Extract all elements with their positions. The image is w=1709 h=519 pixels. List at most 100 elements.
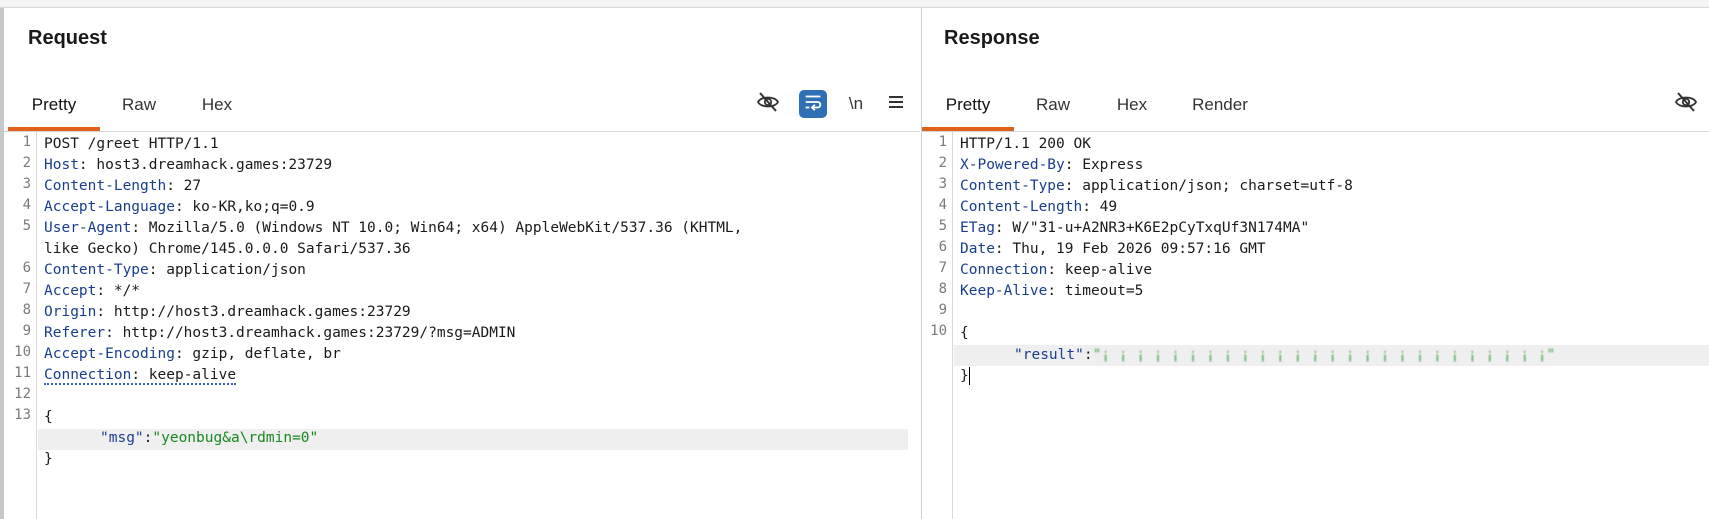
header-name: Content-Type <box>960 178 1065 194</box>
response-line-gutter: 1 2 3 4 5 6 7 8 9 10 <box>922 132 953 519</box>
header-value: like Gecko) Chrome/145.0.0.0 Safari/537.… <box>44 241 411 257</box>
line-number: 9 <box>938 302 947 318</box>
line-number: 5 <box>938 218 947 234</box>
header-name: Origin <box>44 304 97 320</box>
header-name: Content-Length <box>960 199 1083 215</box>
wrap-lines-button[interactable] <box>799 90 827 118</box>
header-line: X-Powered-By: Express <box>960 155 1143 176</box>
header-value: : W/"31-u+A2NR3+K6E2pCyTxqUf3N174MA" <box>994 220 1310 236</box>
header-value: : */* <box>96 283 141 299</box>
header-line: Accept-Language: ko-KR,ko;q=0.9 <box>44 197 315 218</box>
tab-raw[interactable]: Raw <box>1018 80 1088 131</box>
line-number: 10 <box>930 323 947 339</box>
json-close-brace-line: } <box>960 366 970 387</box>
header-line: Content-Type: application/json <box>44 260 306 281</box>
header-value: : keep-alive <box>1047 262 1153 278</box>
line-number: 6 <box>22 260 31 276</box>
header-line: ETag: W/"31-u+A2NR3+K6E2pCyTxqUf3N174MA" <box>960 218 1309 239</box>
json-key: "result" <box>1014 347 1084 363</box>
line-number: 12 <box>14 386 31 402</box>
tab-pretty[interactable]: Pretty <box>8 80 100 131</box>
header-name: Keep-Alive <box>960 283 1048 299</box>
header-value: : http://host3.dreamhack.games:23729 <box>96 304 411 320</box>
line-number: 6 <box>938 239 947 255</box>
header-name: X-Powered-By <box>960 157 1065 173</box>
json-open-brace: { <box>44 409 53 425</box>
header-name: Accept-Encoding <box>44 346 175 362</box>
line-number: 10 <box>14 344 31 360</box>
line-number: 7 <box>22 281 31 297</box>
json-key: "msg" <box>100 430 144 446</box>
request-tab-bar: Pretty Raw Hex \n <box>4 80 920 132</box>
line-number: 1 <box>22 134 31 150</box>
line-number: 13 <box>14 407 31 423</box>
json-open-brace: { <box>960 325 969 341</box>
header-value: : http://host3.dreamhack.games:23729/?ms… <box>105 325 516 341</box>
request-line-text: POST /greet HTTP/1.1 <box>44 136 219 152</box>
header-name: Date <box>960 241 995 257</box>
response-title: Response <box>944 27 1040 49</box>
header-name: Connection <box>44 367 132 383</box>
tab-raw[interactable]: Raw <box>104 80 174 131</box>
header-name: Connection <box>960 262 1048 278</box>
header-value: : keep-alive <box>131 367 237 383</box>
header-value: : application/json <box>148 262 306 278</box>
text-caret <box>968 367 970 385</box>
hamburger-icon <box>886 92 906 117</box>
status-line: HTTP/1.1 200 OK <box>960 134 1091 155</box>
json-close-brace: } <box>44 451 53 467</box>
header-name: Content-Type <box>44 262 149 278</box>
header-value: : timeout=5 <box>1047 283 1144 299</box>
header-value: : 49 <box>1082 199 1118 215</box>
line-number: 2 <box>22 155 31 171</box>
line-number: 9 <box>22 323 31 339</box>
response-tab-bar: Pretty Raw Hex Render <box>922 80 1709 132</box>
line-number: 3 <box>22 176 31 192</box>
response-editor[interactable]: 1 2 3 4 5 6 7 8 9 10 HTTP/1.1 200 OK X-P… <box>922 132 1709 519</box>
header-name: Host <box>44 157 79 173</box>
response-panel: Response Pretty Raw Hex Render 1 2 3 4 5… <box>921 8 1709 519</box>
menu-button[interactable] <box>882 90 910 118</box>
eye-slash-icon <box>1674 90 1698 119</box>
request-line-gutter: 1 2 3 4 5 6 7 8 9 10 11 12 13 <box>4 132 37 519</box>
line-number: 5 <box>22 218 31 234</box>
line-number: 11 <box>14 365 31 381</box>
header-value: : Express <box>1064 157 1144 173</box>
header-line: Date: Thu, 19 Feb 2026 09:57:16 GMT <box>960 239 1266 260</box>
json-close-brace: } <box>960 368 969 384</box>
line-number: 7 <box>938 260 947 276</box>
header-line: Referer: http://host3.dreamhack.games:23… <box>44 323 515 344</box>
header-line-continuation: like Gecko) Chrome/145.0.0.0 Safari/537.… <box>44 239 411 260</box>
header-line: Accept: */* <box>44 281 140 302</box>
header-line: Content-Type: application/json; charset=… <box>960 176 1353 197</box>
header-line: User-Agent: Mozilla/5.0 (Windows NT 10.0… <box>44 218 742 239</box>
eye-slash-icon <box>756 90 780 119</box>
header-value: : 27 <box>166 178 202 194</box>
header-name: Referer <box>44 325 106 341</box>
line-number: 2 <box>938 155 947 171</box>
header-line: Origin: http://host3.dreamhack.games:237… <box>44 302 411 323</box>
tab-hex[interactable]: Hex <box>1097 80 1167 131</box>
hide-nonprintable-button[interactable] <box>1672 90 1700 118</box>
header-name: User-Agent <box>44 220 132 236</box>
tab-hex[interactable]: Hex <box>182 80 252 131</box>
header-value: : Mozilla/5.0 (Windows NT 10.0; Win64; x… <box>131 220 743 236</box>
top-toolbar-strip <box>0 0 1709 8</box>
request-editor[interactable]: 1 2 3 4 5 6 7 8 9 10 11 12 13 POST /gree… <box>4 132 920 519</box>
header-name: Accept <box>44 283 97 299</box>
tab-render[interactable]: Render <box>1178 80 1262 131</box>
header-line: Content-Length: 49 <box>960 197 1117 218</box>
line-number: 3 <box>938 176 947 192</box>
hide-nonprintable-button[interactable] <box>754 90 782 118</box>
json-pair: "result":"¡ ¡ ¡ ¡ ¡ ¡ ¡ ¡ ¡ ¡ ¡ ¡ ¡ ¡ ¡ … <box>1014 345 1555 366</box>
header-line: Accept-Encoding: gzip, deflate, br <box>44 344 341 365</box>
show-newlines-button[interactable]: \n <box>842 90 870 118</box>
tab-pretty[interactable]: Pretty <box>922 80 1014 131</box>
status-line-text: HTTP/1.1 200 OK <box>960 136 1091 152</box>
request-title: Request <box>28 27 107 49</box>
header-line: Connection: keep-alive <box>44 365 237 386</box>
header-value: : host3.dreamhack.games:23729 <box>78 157 333 173</box>
json-value-redacted: "¡ ¡ ¡ ¡ ¡ ¡ ¡ ¡ ¡ ¡ ¡ ¡ ¡ ¡ ¡ ¡ ¡ ¡ ¡ ¡… <box>1092 347 1556 363</box>
line-number: 8 <box>22 302 31 318</box>
header-line: Connection: keep-alive <box>960 260 1152 281</box>
